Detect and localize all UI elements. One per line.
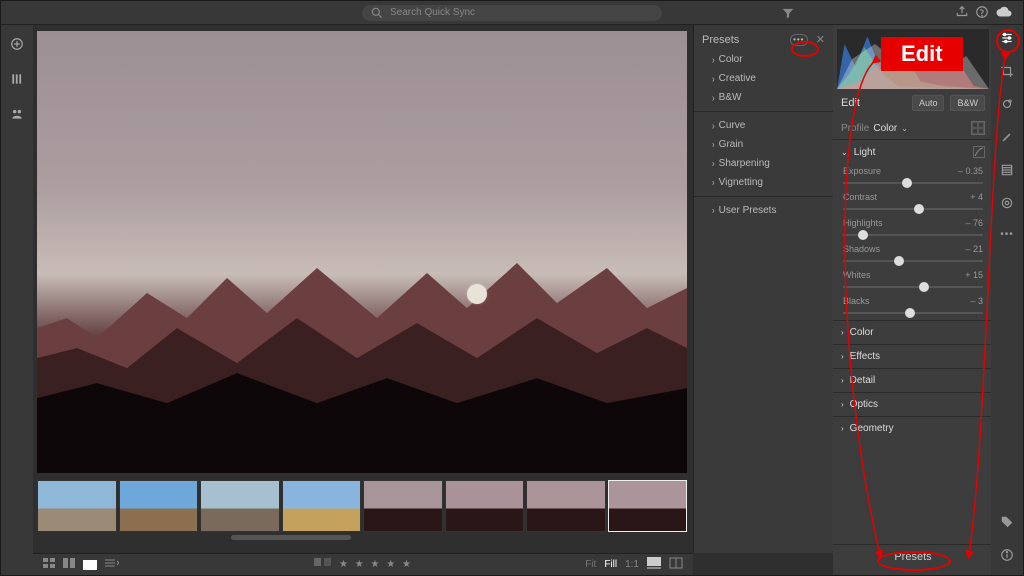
annotation-edit-label: Edit	[881, 37, 963, 71]
tag-icon[interactable]	[1000, 515, 1014, 534]
slider-blacks[interactable]: Blacks– 3	[833, 294, 993, 320]
tone-curve-icon[interactable]	[973, 146, 985, 158]
presets-panel-title: Presets	[702, 34, 739, 46]
chevron-right-icon: ›	[712, 73, 715, 85]
edit-sliders-icon[interactable]	[1000, 31, 1014, 50]
sharing-icon[interactable]	[10, 107, 24, 126]
chevron-down-icon: ⌄	[841, 148, 848, 157]
filmstrip-thumbnail[interactable]	[37, 480, 117, 532]
more-icon[interactable]: •••	[1000, 229, 1014, 240]
chevron-right-icon: ›	[841, 328, 844, 337]
light-header[interactable]: ⌄ Light	[833, 140, 993, 164]
edit-panel: Edit Auto B&W Profile Color ⌄ ⌄ Light Ex…	[833, 25, 993, 575]
flag-icon[interactable]	[313, 557, 333, 572]
light-section: ⌄ Light Exposure– 0.35Contrast+ 4Highlig…	[833, 139, 993, 320]
filmstrip-thumbnail[interactable]	[363, 480, 443, 532]
one-to-one-button[interactable]: 1:1	[625, 559, 639, 570]
filmstrip-scrollbar[interactable]	[231, 535, 351, 540]
filter-icon[interactable]	[781, 6, 795, 25]
info-icon[interactable]	[1000, 548, 1014, 567]
detail-view-icon[interactable]	[83, 560, 97, 570]
chevron-right-icon: ›	[712, 205, 715, 217]
cloud-sync-icon[interactable]	[995, 5, 1013, 24]
left-rail	[1, 25, 33, 575]
right-tool-rail: •••	[991, 25, 1023, 575]
thumbnail-overlay-icon[interactable]	[647, 557, 661, 572]
chevron-right-icon: ›	[841, 424, 844, 433]
filmstrip-thumbnail[interactable]	[445, 480, 525, 532]
chevron-right-icon: ›	[712, 139, 715, 151]
chevron-right-icon: ›	[712, 177, 715, 189]
chevron-right-icon: ›	[712, 54, 715, 66]
chevron-right-icon: ›	[841, 352, 844, 361]
preset-group-user-presets[interactable]: ›User Presets	[694, 201, 833, 220]
my-photos-icon[interactable]	[10, 72, 24, 91]
section-color[interactable]: ›Color	[833, 321, 993, 344]
compare-view-icon[interactable]	[63, 558, 75, 571]
bottom-bar: ★ ★ ★ ★ ★ Fit Fill 1:1	[33, 553, 693, 575]
chevron-right-icon: ›	[712, 92, 715, 104]
filmstrip-thumbnail[interactable]	[200, 480, 280, 532]
preset-group-grain[interactable]: ›Grain	[694, 135, 833, 154]
mountain-render	[37, 208, 687, 473]
section-geometry[interactable]: ›Geometry	[833, 417, 993, 440]
crop-icon[interactable]	[1000, 64, 1014, 83]
search-icon	[370, 6, 384, 20]
search-input[interactable]: Search Quick Sync	[362, 5, 662, 21]
preset-group-vignetting[interactable]: ›Vignetting	[694, 173, 833, 192]
filmstrip-thumbnail[interactable]	[526, 480, 606, 532]
presets-close-icon[interactable]: ✕	[816, 33, 825, 46]
view-menu-icon[interactable]	[105, 558, 119, 571]
grid-view-icon[interactable]	[43, 558, 55, 571]
preset-group-creative[interactable]: ›Creative	[694, 69, 833, 88]
preset-group-curve[interactable]: ›Curve	[694, 116, 833, 135]
brush-icon[interactable]	[1000, 130, 1014, 149]
filmstrip	[37, 477, 687, 535]
top-bar: Search Quick Sync	[1, 1, 1023, 25]
fill-button[interactable]: Fill	[604, 559, 617, 570]
profile-value[interactable]: Color	[873, 123, 897, 134]
slider-contrast[interactable]: Contrast+ 4	[833, 190, 993, 216]
chevron-right-icon: ›	[712, 120, 715, 132]
preset-group-color[interactable]: ›Color	[694, 50, 833, 69]
search-placeholder: Search Quick Sync	[390, 7, 475, 18]
slider-highlights[interactable]: Highlights– 76	[833, 216, 993, 242]
radial-gradient-icon[interactable]	[1000, 196, 1014, 215]
slider-exposure[interactable]: Exposure– 0.35	[833, 164, 993, 190]
moon-render	[467, 284, 487, 304]
slider-shadows[interactable]: Shadows– 21	[833, 242, 993, 268]
help-icon[interactable]	[975, 5, 989, 24]
chevron-right-icon: ›	[712, 158, 715, 170]
section-optics[interactable]: ›Optics	[833, 393, 993, 416]
presets-panel: Presets ••• ✕ ›Color›Creative›B&W ›Curve…	[693, 25, 833, 553]
add-photos-icon[interactable]	[10, 37, 24, 56]
healing-brush-icon[interactable]	[1000, 97, 1014, 116]
section-detail[interactable]: ›Detail	[833, 369, 993, 392]
filmstrip-thumbnail[interactable]	[608, 480, 688, 532]
rating-stars[interactable]: ★ ★ ★ ★ ★	[339, 559, 413, 570]
share-icon[interactable]	[955, 5, 969, 24]
image-canvas[interactable]	[37, 31, 687, 473]
presets-button[interactable]: Presets	[833, 544, 993, 569]
auto-button[interactable]: Auto	[912, 95, 945, 111]
chevron-right-icon: ›	[841, 400, 844, 409]
chevron-down-icon: ⌄	[901, 124, 908, 133]
filmstrip-thumbnail[interactable]	[282, 480, 362, 532]
filmstrip-thumbnail[interactable]	[119, 480, 199, 532]
show-original-icon[interactable]	[669, 557, 683, 572]
profile-label: Profile	[841, 123, 869, 134]
preset-group-b-w[interactable]: ›B&W	[694, 88, 833, 107]
slider-whites[interactable]: Whites+ 15	[833, 268, 993, 294]
linear-gradient-icon[interactable]	[1000, 163, 1014, 182]
chevron-right-icon: ›	[841, 376, 844, 385]
bw-button[interactable]: B&W	[950, 95, 985, 111]
preset-group-sharpening[interactable]: ›Sharpening	[694, 154, 833, 173]
presets-more-icon[interactable]: •••	[790, 34, 808, 46]
fit-button[interactable]: Fit	[585, 559, 596, 570]
section-effects[interactable]: ›Effects	[833, 345, 993, 368]
profile-browser-icon[interactable]	[971, 121, 985, 135]
edit-title: Edit	[841, 97, 906, 109]
